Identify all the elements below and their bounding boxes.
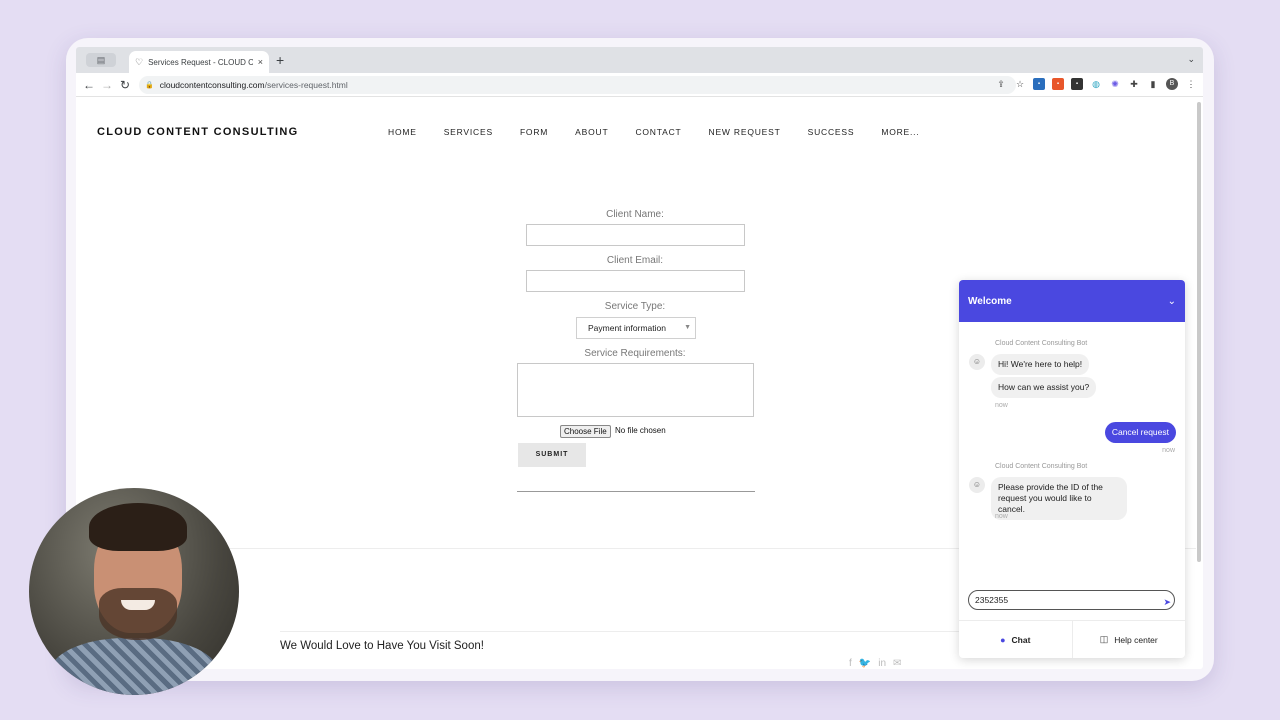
chat-title: Welcome [968,295,1012,307]
back-arrow-icon[interactable]: ← [83,78,95,92]
message-time: now [1162,447,1175,454]
footer-divider-inner [280,631,960,632]
bookmark-star-icon[interactable]: ☆ [1014,78,1026,90]
twitter-icon[interactable]: 🐦 [859,658,871,669]
extension-orange-icon[interactable]: ▪ [1052,78,1064,90]
bot-avatar-icon: ☺ [969,477,985,493]
side-panel-icon[interactable]: ▮ [1147,78,1159,90]
bot-avatar-icon: ☺ [969,354,985,370]
presenter-beard [99,588,177,640]
bot-message: How can we assist you? [991,377,1097,398]
bot-message: Hi! We're here to help! [991,354,1090,375]
client-name-label: Client Name: [606,209,664,220]
dropdown-caret-icon: ▼ [684,324,691,331]
share-icon[interactable]: ⇪ [995,78,1007,90]
chat-tab[interactable]: ● Chat [959,621,1072,658]
chevron-down-icon[interactable]: ⌄ [1168,296,1176,307]
site-nav: HOME SERVICES FORM ABOUT CONTACT NEW REQ… [388,127,920,137]
toolbar-actions: ⇪ ☆ ▪ ▪ ▪ ◍ ✺ ✚ ▮ B ⋮ [995,78,1197,90]
browser-toolbar: ← → ↻ 🔒 cloudcontentconsulting.com/servi… [76,73,1203,97]
chat-footer-tabs: ● Chat ◫ Help center [959,620,1185,658]
lock-icon: 🔒 [145,82,154,89]
chat-message-input[interactable]: 2352355 ➤ [968,590,1175,610]
active-tab[interactable]: ♡ Services Request - CLOUD CONTENT CONSU… [129,51,269,73]
book-icon: ◫ [1099,634,1109,644]
url-path: /services-request.html [264,80,348,90]
facebook-icon[interactable]: f [849,658,852,669]
address-bar[interactable]: 🔒 cloudcontentconsulting.com/services-re… [139,76,1016,94]
requirements-label: Service Requirements: [584,348,686,359]
client-email-input[interactable] [526,270,745,292]
tab-search-icon[interactable]: ▤ [86,53,116,67]
page-scrollbar[interactable] [1197,102,1201,562]
extensions-puzzle-icon[interactable]: ✚ [1128,78,1140,90]
service-type-label: Service Type: [604,301,666,312]
chat-input-value: 2352355 [975,595,1009,605]
service-type-value: Payment information [588,323,666,333]
bot-name: Cloud Content Consulting Bot [995,340,1088,347]
requirements-textarea[interactable] [517,363,754,417]
presenter-hair [89,503,187,551]
help-center-tab[interactable]: ◫ Help center [1071,621,1186,658]
webcam-overlay [29,488,239,695]
url-domain: cloudcontentconsulting.com [159,80,265,90]
site-logo[interactable]: CLOUD CONTENT CONSULTING [97,126,299,138]
user-message: Cancel request [1104,422,1176,443]
footer-visit-text: We Would Love to Have You Visit Soon! [280,640,484,652]
reload-icon[interactable]: ↻ [120,78,130,92]
linkedin-icon[interactable]: in [878,658,886,669]
chat-widget: Welcome ⌄ Cloud Content Consulting Bot ☺… [959,280,1185,658]
message-time: now [995,513,1008,520]
file-status: No file chosen [615,426,666,435]
tab-list-chevron-icon[interactable]: ⌄ [1187,54,1195,65]
client-name-input[interactable] [526,224,745,246]
nav-success[interactable]: SUCCESS [808,127,855,137]
submit-button[interactable]: SUBMIT [518,443,586,467]
bot-message: Please provide the ID of the request you… [991,477,1127,520]
chat-tab-label: Chat [1011,634,1031,645]
tab-close-icon[interactable]: × [258,57,263,67]
help-center-label: Help center [1114,634,1158,645]
bot-name: Cloud Content Consulting Bot [995,463,1088,470]
presenter-smile [121,600,155,610]
site-favicon-icon: ♡ [135,56,144,67]
extension-globe-icon[interactable]: ◍ [1090,78,1102,90]
social-links: f 🐦 in ✉ [849,658,901,669]
tab-bar: ▤ ♡ Services Request - CLOUD CONTENT CON… [76,47,1203,73]
chat-header[interactable]: Welcome ⌄ [959,280,1185,322]
extension-dark-icon[interactable]: ▪ [1071,78,1083,90]
form-divider [517,491,755,492]
chat-bubble-icon: ● [1000,634,1006,645]
nav-about[interactable]: ABOUT [575,127,608,137]
presenter-shirt [49,638,219,695]
nav-services[interactable]: SERVICES [444,127,493,137]
nav-more[interactable]: MORE... [881,127,919,137]
email-icon[interactable]: ✉ [893,658,901,669]
new-tab-icon[interactable]: + [276,52,284,68]
client-email-label: Client Email: [606,255,664,266]
service-type-select[interactable]: Payment information ▼ [576,317,696,339]
nav-contact[interactable]: CONTACT [635,127,681,137]
nav-new-request[interactable]: NEW REQUEST [709,127,781,137]
send-icon[interactable]: ➤ [1163,593,1171,611]
nav-form[interactable]: FORM [520,127,548,137]
forward-arrow-icon[interactable]: → [101,78,113,92]
extension-blue-icon[interactable]: ▪ [1033,78,1045,90]
profile-avatar[interactable]: B [1166,78,1178,90]
choose-file-button[interactable]: Choose File [560,425,611,438]
message-time: now [995,402,1008,409]
browser-menu-icon[interactable]: ⋮ [1185,78,1197,90]
extension-gear-icon[interactable]: ✺ [1109,78,1121,90]
tab-title: Services Request - CLOUD CONTENT CONSULT… [148,57,253,67]
nav-home[interactable]: HOME [388,127,417,137]
